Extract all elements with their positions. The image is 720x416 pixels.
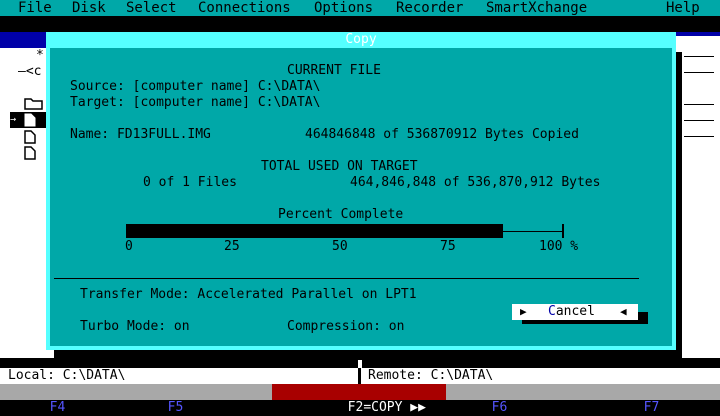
file-icon	[24, 113, 36, 127]
pane-line	[684, 136, 714, 137]
current-file-heading: CURRENT FILE	[287, 63, 381, 78]
scale-label: 25	[224, 239, 240, 254]
path-bar-separator	[358, 368, 361, 384]
transfer-mode: Transfer Mode: Accelerated Parallel on L…	[80, 287, 417, 302]
progress-end-tick	[562, 224, 564, 238]
file-name: Name: FD13FULL.IMG	[70, 127, 211, 142]
scale-label: 100 %	[539, 239, 579, 254]
selected-file-row[interactable]: →	[10, 112, 46, 128]
scale-label: 0	[125, 239, 133, 254]
menu-bar: File Disk Select Connections Options Rec…	[0, 0, 720, 16]
menu-disk[interactable]: Disk	[72, 0, 106, 16]
menu-help[interactable]: Help	[666, 0, 700, 16]
menu-connections[interactable]: Connections	[198, 0, 291, 16]
source-line: Source: [computer name] C:\DATA\	[70, 79, 321, 94]
scale-label: 50	[332, 239, 348, 254]
turbo-mode: Turbo Mode: on	[80, 319, 190, 334]
pane-line	[684, 72, 714, 73]
menu-select[interactable]: Select	[126, 0, 177, 16]
f7-sync-key[interactable]: F7=Sync	[628, 384, 699, 415]
f5-show-time-key[interactable]: F5=Show Time	[152, 384, 262, 415]
total-bytes: 464,846,848 of 536,870,912 Bytes	[350, 175, 601, 190]
menu-smartxchange[interactable]: SmartXchange	[486, 0, 587, 16]
menu-file[interactable]: File	[18, 0, 52, 16]
pane-line	[684, 120, 714, 121]
f2-copy-key[interactable]: F2=COPY ▶▶	[272, 384, 446, 415]
scale-label: 75	[440, 239, 456, 254]
menu-options[interactable]: Options	[314, 0, 373, 16]
pane-parent-dir[interactable]: —<c	[18, 64, 41, 80]
files-count: 0 of 1 Files	[143, 175, 237, 190]
target-line: Target: [computer name] C:\DATA\	[70, 95, 321, 110]
dialog-border	[672, 48, 676, 350]
f6-delete-key[interactable]: F6=Delete	[476, 384, 562, 415]
dialog-border	[46, 346, 676, 350]
menu-recorder[interactable]: Recorder	[396, 0, 463, 16]
selection-arrow-icon: →	[10, 114, 17, 125]
dialog-title: Copy	[345, 32, 377, 47]
arrow-right-icon: ▶	[520, 305, 527, 318]
cancel-button-label: Cancel	[548, 304, 595, 319]
pane-line	[684, 104, 714, 105]
cancel-button[interactable]: ▶ Cancel ◀	[512, 304, 638, 320]
file-icon[interactable]	[24, 146, 36, 160]
pane-marker: *	[36, 48, 44, 63]
progress-remaining	[503, 231, 562, 232]
remote-path: Remote: C:\DATA\	[368, 368, 494, 383]
progress-fill	[126, 224, 503, 238]
f4-move-key[interactable]: F4=Move	[34, 384, 105, 415]
file-bytes-copied: 464846848 of 536870912 Bytes Copied	[305, 127, 579, 142]
dialog-border	[46, 48, 50, 350]
arrow-left-icon: ◀	[620, 305, 627, 318]
file-icon[interactable]	[24, 130, 36, 144]
dialog-divider	[54, 278, 639, 279]
progress-bar	[126, 224, 564, 238]
pane-line	[684, 56, 714, 57]
local-path: Local: C:\DATA\	[8, 368, 126, 383]
folder-icon[interactable]	[24, 96, 44, 110]
compression: Compression: on	[287, 319, 405, 334]
percent-complete-heading: Percent Complete	[278, 207, 404, 222]
total-used-heading: TOTAL USED ON TARGET	[261, 159, 418, 174]
